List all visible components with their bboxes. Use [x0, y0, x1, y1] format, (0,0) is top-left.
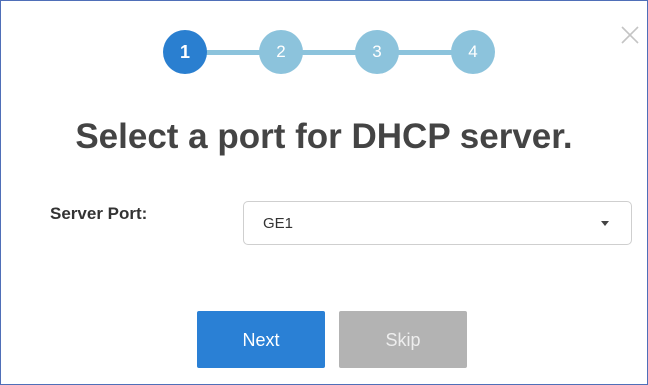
chevron-down-icon [601, 221, 609, 226]
dhcp-wizard-dialog: 1 2 3 4 Select a port for DHCP server. S… [0, 0, 648, 385]
step-1-indicator: 1 [163, 30, 207, 74]
skip-button[interactable]: Skip [339, 311, 467, 368]
step-4-indicator: 4 [451, 30, 495, 74]
stepper-connector-line [183, 50, 481, 55]
step-2-indicator: 2 [259, 30, 303, 74]
wizard-stepper: 1 2 3 4 [161, 30, 505, 76]
server-port-select[interactable]: GE1 [243, 201, 632, 245]
page-title: Select a port for DHCP server. [75, 117, 573, 156]
server-port-label: Server Port: [50, 204, 148, 223]
next-button[interactable]: Next [197, 311, 325, 368]
server-port-selected-value: GE1 [263, 215, 294, 232]
close-icon[interactable] [619, 24, 641, 46]
step-3-indicator: 3 [355, 30, 399, 74]
